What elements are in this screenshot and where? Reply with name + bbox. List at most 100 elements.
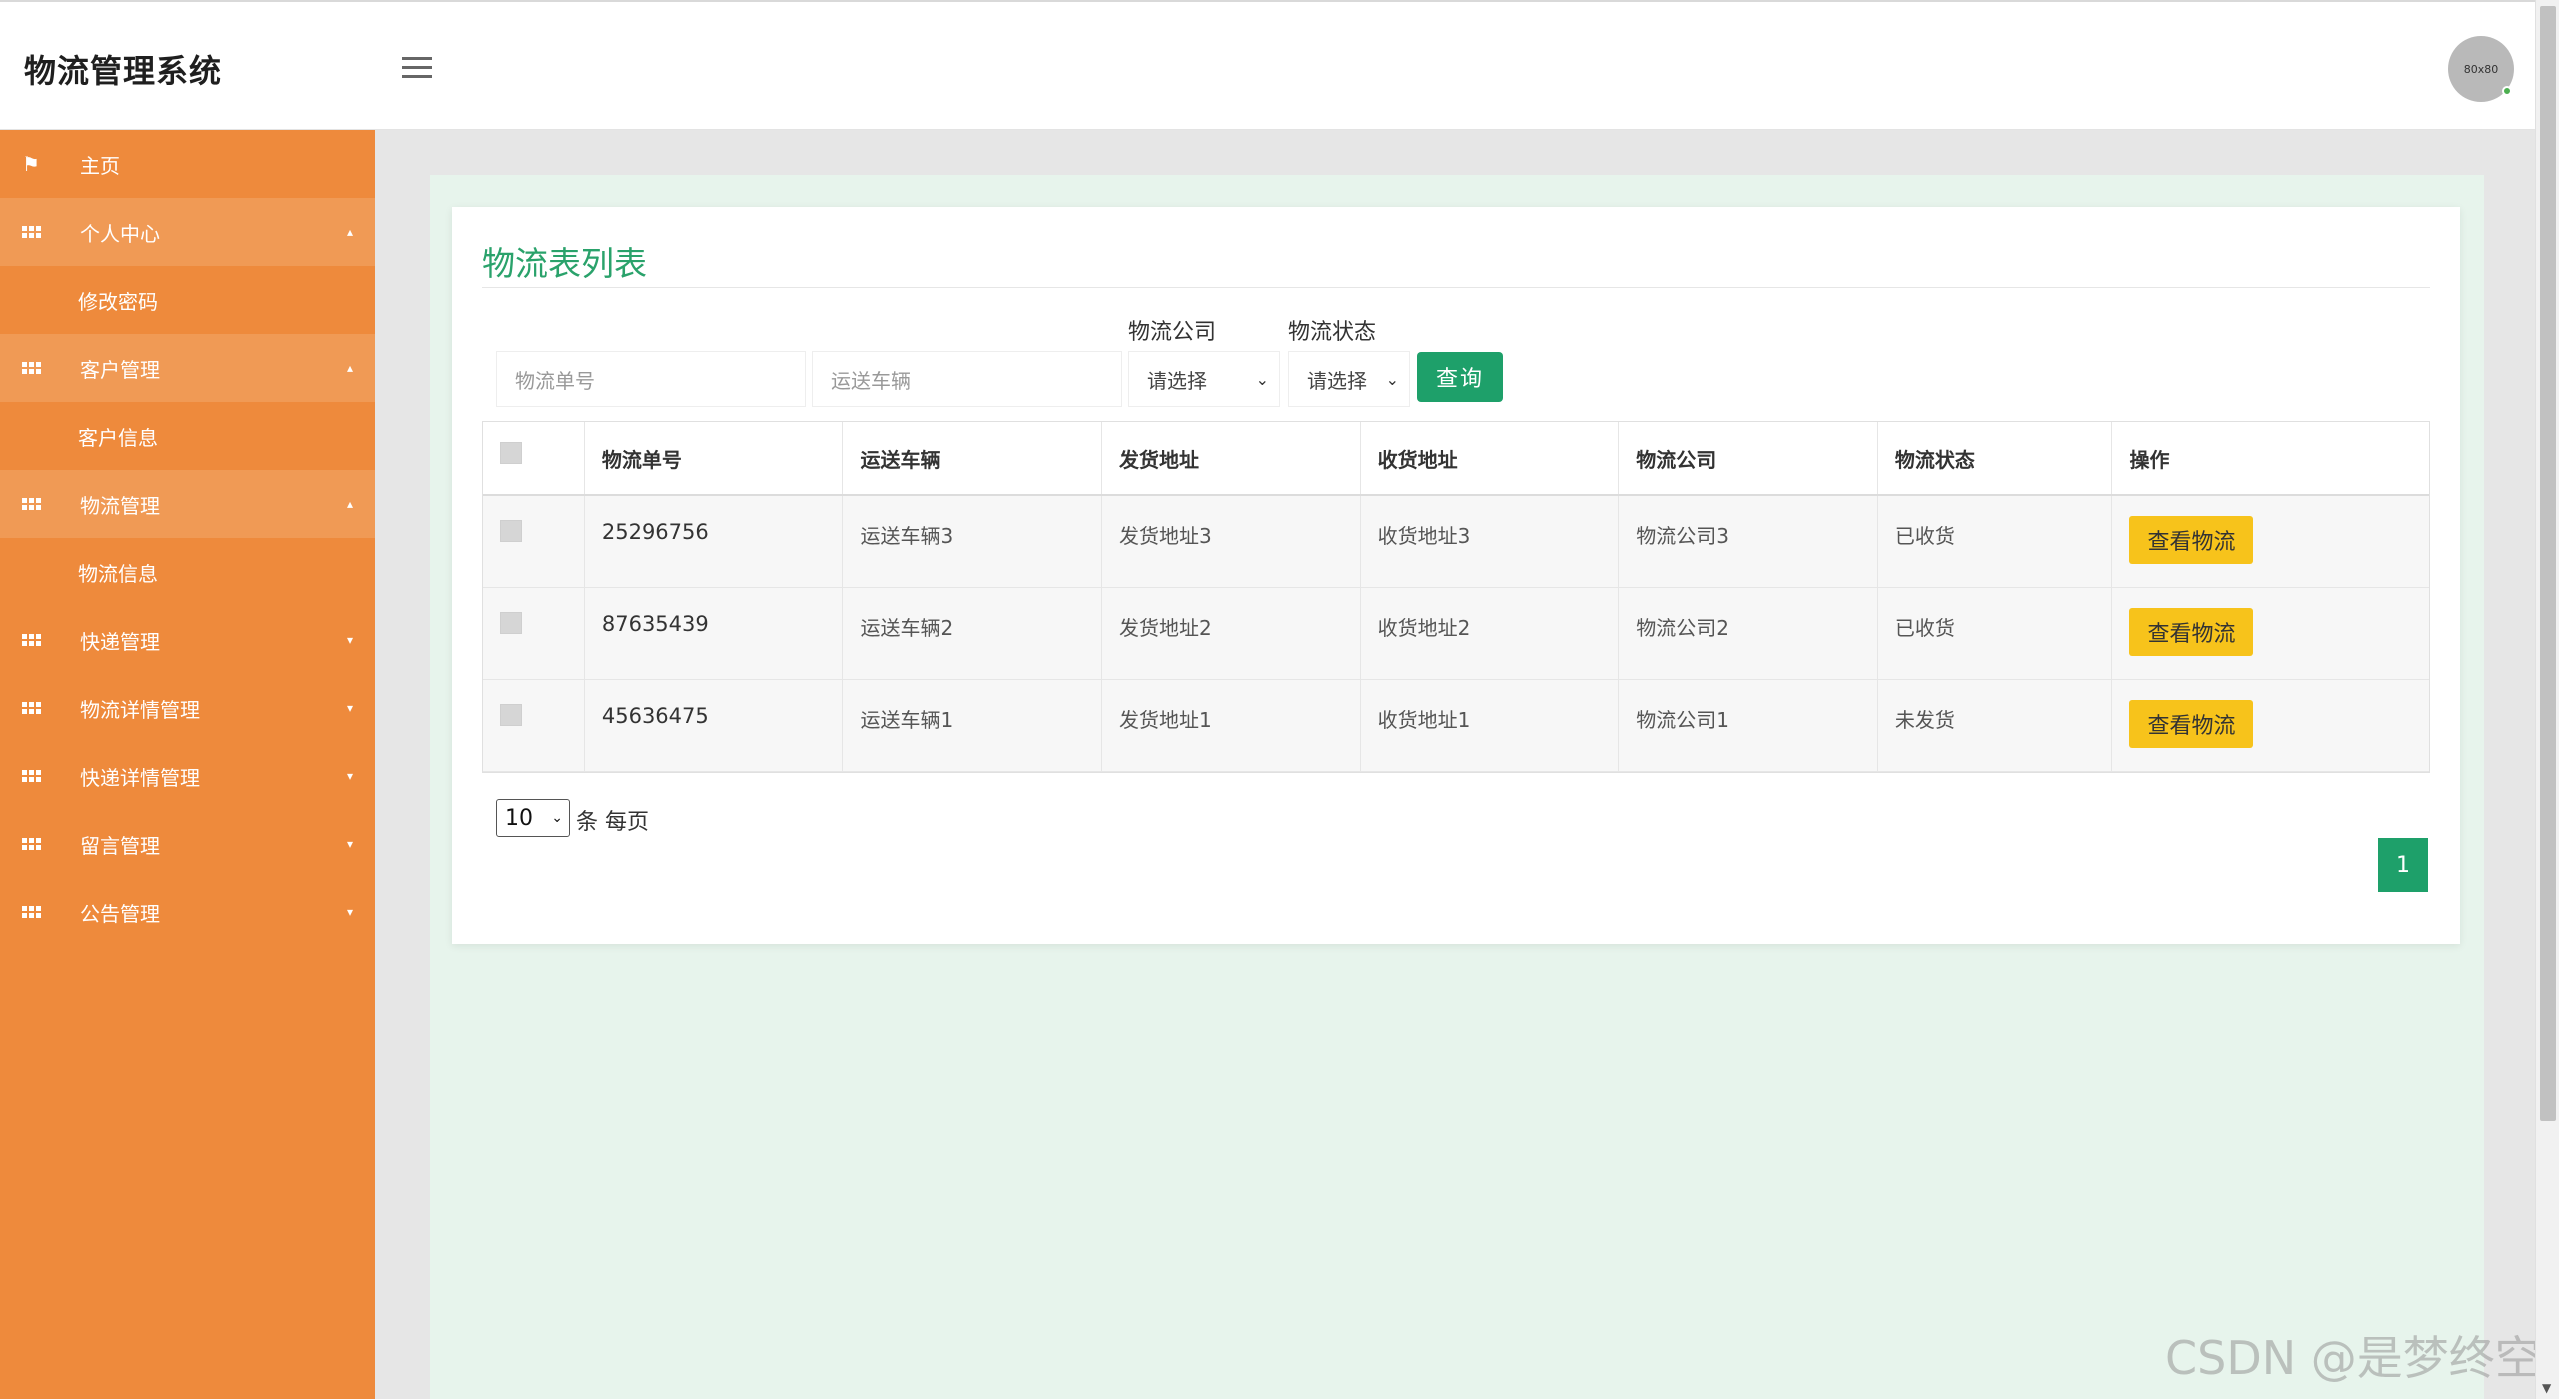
sidebar-item-customer-info[interactable]: 客户信息 <box>0 402 375 470</box>
table-row: 45636475 运送车辆1 发货地址1 收货地址1 物流公司1 未发货 查看物… <box>483 680 2429 772</box>
chevron-down-icon: ⌄ <box>551 810 563 826</box>
action-cell: 查看物流 <box>2112 680 2429 771</box>
column-header: 操作 <box>2129 447 2170 472</box>
avatar[interactable]: 80x80 <box>2448 36 2514 102</box>
caret-up-icon: ▴ <box>346 225 353 239</box>
ship-to-cell: 收货地址3 <box>1361 496 1620 587</box>
sidebar: ⚑ 主页 个人中心 ▴ 修改密码 客户管理 ▴ 客户信息 物流管理 ▴ 物流信息… <box>0 130 375 1399</box>
table-row: 87635439 运送车辆2 发货地址2 收货地址2 物流公司2 已收货 查看物… <box>483 588 2429 680</box>
company-filter-label: 物流公司 <box>1128 320 1217 345</box>
sidebar-item-label: 留言管理 <box>80 833 160 858</box>
hamburger-menu-icon[interactable] <box>402 57 432 81</box>
page-size-select[interactable]: 10 ⌄ <box>496 799 570 837</box>
grid-icon <box>21 903 41 921</box>
status-cell: 已收货 <box>1878 496 2113 587</box>
vehicle-cell: 运送车辆3 <box>843 496 1103 587</box>
sidebar-item-personal-center[interactable]: 个人中心 ▴ <box>0 198 375 266</box>
sidebar-item-change-password[interactable]: 修改密码 <box>0 266 375 334</box>
status-select[interactable]: 请选择 ⌄ <box>1288 351 1410 407</box>
caret-down-icon: ▾ <box>346 701 353 715</box>
grid-icon <box>21 699 41 717</box>
column-header: 运送车辆 <box>843 422 1103 494</box>
company-cell: 物流公司1 <box>1619 680 1878 771</box>
caret-down-icon: ▾ <box>346 769 353 783</box>
grid-icon <box>21 835 41 853</box>
logistics-table: 物流单号 运送车辆 发货地址 收货地址 物流公司 物流状态 操作 2529675… <box>482 421 2430 773</box>
logistics-list-card: 物流表列表 物流单号 运送车辆 物流公司 请选择 ⌄ 物流状态 请选择 ⌄ 查询… <box>452 207 2460 944</box>
ship-to-cell: 收货地址1 <box>1361 680 1620 771</box>
column-header: 物流公司 <box>1619 422 1878 494</box>
sidebar-item-logistics-management[interactable]: 物流管理 ▴ <box>0 470 375 538</box>
sidebar-item-label: 物流管理 <box>80 493 160 518</box>
sidebar-item-home[interactable]: ⚑ 主页 <box>0 130 375 198</box>
flag-icon: ⚑ <box>22 152 40 176</box>
page-size-value: 10 <box>505 805 533 831</box>
sidebar-item-logistics-info[interactable]: 物流信息 <box>0 538 375 606</box>
select-all-checkbox[interactable] <box>500 442 522 464</box>
grid-icon <box>21 767 41 785</box>
sidebar-item-label: 客户信息 <box>78 425 158 450</box>
ship-from-cell: 发货地址3 <box>1102 496 1361 587</box>
search-button[interactable]: 查询 <box>1417 352 1503 402</box>
scroll-down-arrow-icon[interactable]: ▼ <box>2542 1381 2551 1395</box>
caret-down-icon: ▾ <box>346 837 353 851</box>
sidebar-item-label: 公告管理 <box>80 901 160 926</box>
table-row: 25296756 运送车辆3 发货地址3 收货地址3 物流公司3 已收货 查看物… <box>483 496 2429 588</box>
vertical-scrollbar[interactable]: ▼ <box>2535 0 2559 1399</box>
company-select-value: 请选择 <box>1147 368 1207 393</box>
row-checkbox[interactable] <box>500 704 522 726</box>
app-title: 物流管理系统 <box>24 52 223 90</box>
vehicle-input[interactable]: 运送车辆 <box>812 351 1122 407</box>
chevron-down-icon: ⌄ <box>1385 369 1399 389</box>
column-header: 发货地址 <box>1102 422 1361 494</box>
sidebar-item-label: 物流详情管理 <box>80 697 200 722</box>
sidebar-item-announcement-management[interactable]: 公告管理 ▾ <box>0 878 375 946</box>
online-status-icon <box>2502 86 2512 96</box>
row-select-cell <box>483 680 585 771</box>
company-select[interactable]: 请选择 ⌄ <box>1128 351 1280 407</box>
sidebar-item-label: 快递管理 <box>80 629 160 654</box>
page-title: 物流表列表 <box>482 244 647 283</box>
sidebar-item-label: 物流信息 <box>78 561 158 586</box>
company-cell: 物流公司2 <box>1619 588 1878 679</box>
tracking-number-input[interactable]: 物流单号 <box>496 351 806 407</box>
table-header-row: 物流单号 运送车辆 发货地址 收货地址 物流公司 物流状态 操作 <box>483 422 2429 496</box>
sidebar-item-customer-management[interactable]: 客户管理 ▴ <box>0 334 375 402</box>
view-logistics-button[interactable]: 查看物流 <box>2129 608 2254 656</box>
tracking-number-cell: 45636475 <box>585 680 844 771</box>
grid-icon <box>21 495 41 513</box>
view-logistics-button[interactable]: 查看物流 <box>2129 516 2254 564</box>
status-filter-label: 物流状态 <box>1288 320 1377 345</box>
status-cell: 未发货 <box>1878 680 2113 771</box>
sidebar-item-logistics-detail-management[interactable]: 物流详情管理 ▾ <box>0 674 375 742</box>
action-cell: 查看物流 <box>2112 496 2429 587</box>
scrollbar-thumb[interactable] <box>2540 6 2556 1121</box>
sidebar-item-express-management[interactable]: 快递管理 ▾ <box>0 606 375 674</box>
ship-from-cell: 发货地址2 <box>1102 588 1361 679</box>
row-checkbox[interactable] <box>500 520 522 542</box>
grid-icon <box>21 223 41 241</box>
watermark: CSDN @是梦终空 <box>2165 1331 2541 1385</box>
sidebar-item-express-detail-management[interactable]: 快递详情管理 ▾ <box>0 742 375 810</box>
sidebar-item-label: 修改密码 <box>78 289 158 314</box>
view-logistics-button[interactable]: 查看物流 <box>2129 700 2254 748</box>
column-header: 收货地址 <box>1361 422 1620 494</box>
grid-icon <box>21 631 41 649</box>
sidebar-item-message-management[interactable]: 留言管理 ▾ <box>0 810 375 878</box>
sidebar-item-label: 个人中心 <box>80 221 160 246</box>
caret-down-icon: ▾ <box>346 905 353 919</box>
status-cell: 已收货 <box>1878 588 2113 679</box>
vehicle-cell: 运送车辆1 <box>843 680 1103 771</box>
caret-down-icon: ▾ <box>346 633 353 647</box>
per-page-label: 条 每页 <box>576 810 649 835</box>
page-button-current[interactable]: 1 <box>2378 838 2428 892</box>
ship-to-cell: 收货地址2 <box>1361 588 1620 679</box>
sidebar-item-label: 主页 <box>80 153 120 178</box>
chevron-down-icon: ⌄ <box>1255 369 1269 389</box>
ship-from-cell: 发货地址1 <box>1102 680 1361 771</box>
tracking-number-cell: 87635439 <box>585 588 844 679</box>
divider <box>482 287 2430 288</box>
sidebar-item-label: 客户管理 <box>80 357 160 382</box>
row-checkbox[interactable] <box>500 612 522 634</box>
vehicle-cell: 运送车辆2 <box>843 588 1103 679</box>
